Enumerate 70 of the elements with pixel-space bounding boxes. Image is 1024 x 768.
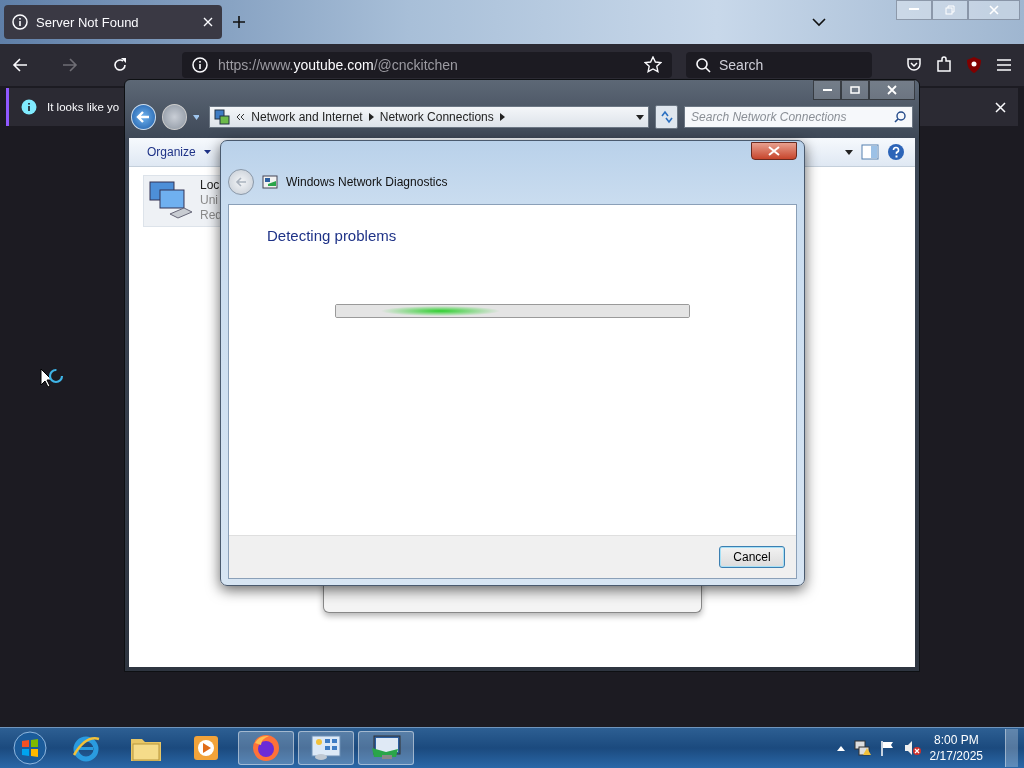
close-icon bbox=[768, 146, 780, 156]
notification-text: It looks like yo bbox=[47, 101, 120, 113]
search-icon bbox=[696, 57, 711, 73]
firefox-icon bbox=[251, 733, 281, 763]
tab-list-icon[interactable] bbox=[812, 17, 826, 27]
taskbar-button[interactable] bbox=[358, 731, 414, 765]
pocket-icon[interactable] bbox=[906, 57, 922, 73]
forward-button[interactable] bbox=[161, 104, 187, 130]
bookmark-star-icon[interactable] bbox=[644, 56, 662, 74]
info-icon bbox=[21, 99, 37, 115]
restore-icon bbox=[945, 5, 955, 15]
search-icon bbox=[894, 111, 906, 123]
taskbar-button[interactable] bbox=[238, 731, 294, 765]
maximize-button[interactable] bbox=[841, 80, 869, 100]
new-tab-icon[interactable] bbox=[232, 15, 246, 29]
minimize-icon bbox=[822, 88, 832, 92]
network-warning-icon[interactable] bbox=[853, 740, 872, 756]
menu-icon[interactable] bbox=[996, 58, 1012, 72]
search-field[interactable]: Search bbox=[686, 52, 872, 78]
media-player-icon bbox=[193, 735, 219, 761]
refresh-icon bbox=[659, 110, 674, 124]
close-icon bbox=[887, 85, 897, 95]
organize-menu[interactable]: Organize bbox=[139, 145, 196, 159]
breadcrumb[interactable]: Network Connections bbox=[379, 110, 494, 124]
browser-tab[interactable]: Server Not Found bbox=[4, 5, 222, 39]
close-button[interactable] bbox=[751, 142, 797, 160]
dropdown-caret-icon[interactable] bbox=[636, 114, 645, 120]
refresh-button[interactable] bbox=[655, 105, 679, 129]
reload-icon[interactable] bbox=[112, 57, 128, 73]
close-icon[interactable] bbox=[202, 16, 214, 28]
taskbar-button[interactable] bbox=[298, 731, 354, 765]
cancel-button[interactable]: Cancel bbox=[719, 546, 785, 568]
show-hidden-icons-icon[interactable] bbox=[835, 744, 846, 752]
forward-icon[interactable] bbox=[62, 57, 78, 73]
back-icon[interactable] bbox=[12, 57, 28, 73]
breadcrumb-arrow-icon[interactable] bbox=[368, 113, 374, 121]
clock-time[interactable]: 8:00 PM bbox=[933, 732, 979, 748]
overflow-chevron-icon[interactable] bbox=[236, 113, 246, 121]
info-icon bbox=[192, 57, 208, 73]
speaker-muted-icon[interactable] bbox=[903, 740, 922, 756]
flag-icon[interactable] bbox=[879, 740, 896, 756]
diagnostics-icon bbox=[262, 175, 278, 189]
network-monitor-icon bbox=[370, 734, 402, 762]
dialog-title: Windows Network Diagnostics bbox=[286, 175, 448, 189]
item-text: Loc bbox=[200, 178, 221, 193]
address-field[interactable]: https://www.youtube.com/@cnckitchen bbox=[182, 52, 672, 78]
breadcrumb[interactable]: Network and Internet bbox=[251, 110, 363, 124]
control-panel-icon bbox=[310, 734, 342, 762]
network-connections-icon bbox=[214, 109, 231, 125]
close-icon bbox=[989, 5, 999, 15]
history-caret-icon[interactable] bbox=[192, 114, 200, 120]
maximize-icon bbox=[850, 86, 860, 94]
view-caret-icon[interactable] bbox=[845, 149, 853, 155]
clock-date[interactable]: 2/17/2025 bbox=[929, 748, 983, 764]
minimize-button[interactable] bbox=[813, 80, 841, 100]
back-arrow-icon bbox=[235, 176, 247, 188]
help-icon[interactable] bbox=[887, 143, 905, 161]
dropdown-caret-icon[interactable] bbox=[203, 150, 211, 154]
back-arrow-icon bbox=[136, 110, 151, 124]
minimize-icon bbox=[909, 8, 919, 12]
address-bar[interactable]: Network and Internet Network Connections bbox=[209, 106, 650, 128]
breadcrumb-arrow-icon[interactable] bbox=[499, 113, 505, 121]
puzzle-icon[interactable] bbox=[936, 56, 952, 74]
shield-icon[interactable] bbox=[966, 56, 982, 74]
close-icon[interactable] bbox=[995, 101, 1006, 113]
windows-logo-icon bbox=[13, 731, 47, 765]
info-icon bbox=[12, 14, 28, 30]
status-heading: Detecting problems bbox=[267, 227, 398, 244]
item-text: Uni bbox=[200, 193, 219, 208]
close-button[interactable] bbox=[869, 80, 915, 100]
